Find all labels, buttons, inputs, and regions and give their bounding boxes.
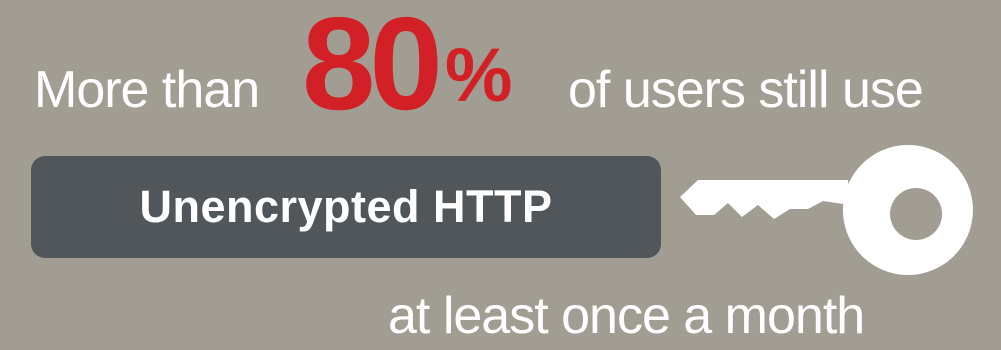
- infographic-canvas: More than 80% of users still use Unencry…: [0, 0, 1001, 350]
- headline-stat: 80%: [302, 0, 512, 130]
- protocol-badge-label: Unencrypted HTTP: [139, 181, 553, 232]
- footer-text: at least once a month: [388, 287, 865, 345]
- headline-prefix: More than: [34, 61, 260, 119]
- headline-stat-unit: %: [444, 33, 513, 118]
- key-icon: [680, 145, 973, 275]
- headline-stat-value: 80: [302, 0, 443, 137]
- headline: More than 80% of users still use: [0, 0, 1001, 150]
- headline-suffix: of users still use: [568, 61, 924, 119]
- protocol-badge: Unencrypted HTTP: [31, 156, 661, 258]
